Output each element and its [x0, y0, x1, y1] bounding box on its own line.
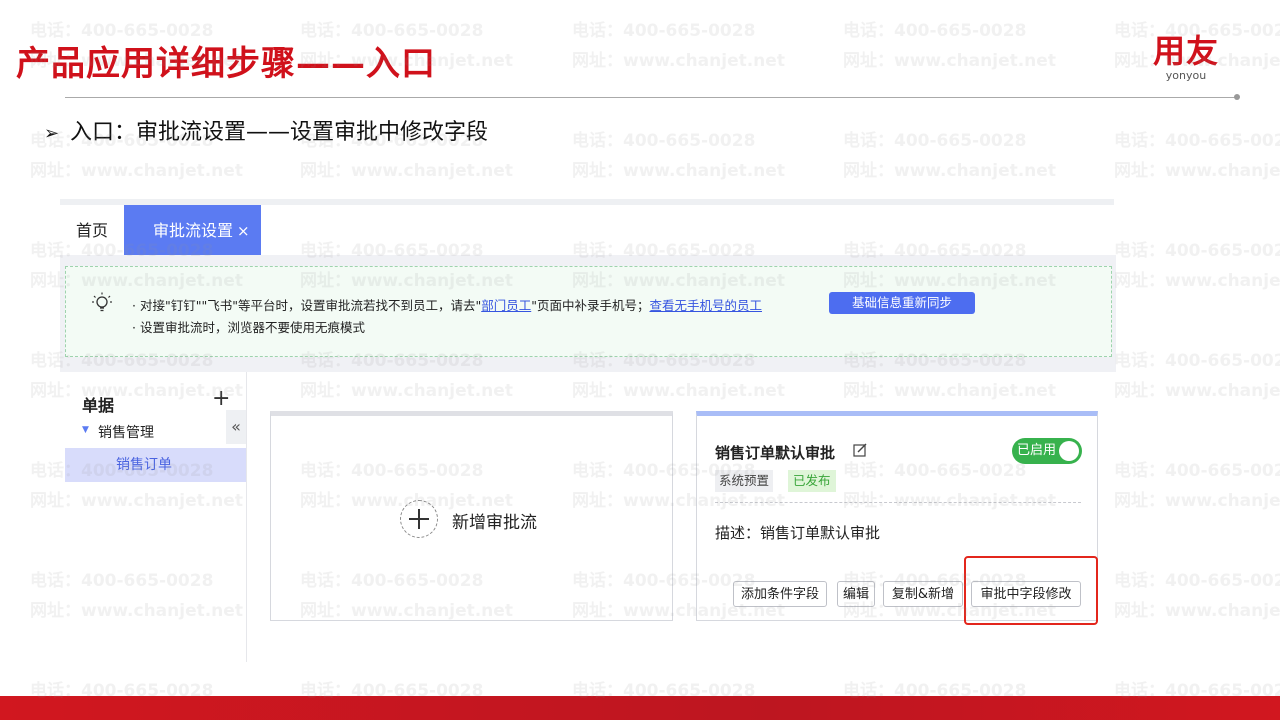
toggle-knob	[1059, 441, 1079, 461]
add-icon[interactable]: +	[212, 386, 230, 411]
notice-text-line1: · 对接"钉钉""飞书"等平台时，设置审批流若找不到员工，请去"部门员工"页面中…	[132, 295, 762, 314]
tab-approval-flow-settings[interactable]: 审批流设置 ×	[124, 205, 261, 255]
sidebar-item-sales-order[interactable]: 销售订单	[65, 448, 246, 482]
new-approval-flow-card[interactable]: 新增审批流	[270, 411, 673, 621]
department-employees-link[interactable]: 部门员工	[481, 298, 531, 313]
edit-button[interactable]: 编辑	[837, 581, 875, 607]
collapse-sidebar-icon[interactable]: «	[226, 410, 246, 444]
notice-panel: · 对接"钉钉""飞书"等平台时，设置审批流若找不到员工，请去"部门员工"页面中…	[65, 266, 1112, 357]
notice-text-line2: · 设置审批流时，浏览器不要使用无痕模式	[132, 320, 365, 335]
close-icon[interactable]: ×	[237, 205, 250, 257]
plus-circle-icon	[400, 500, 438, 538]
sidebar-group-sales[interactable]: 销售管理	[98, 422, 154, 442]
tab-home[interactable]: 首页	[60, 205, 124, 255]
document-sidebar: 单据 + ▼ 销售管理 « 销售订单	[60, 372, 247, 662]
yonyou-logo: 用友 yonyou	[1146, 34, 1226, 83]
expand-triangle-icon[interactable]: ▼	[82, 425, 89, 435]
toggle-label: 已启用	[1017, 443, 1057, 458]
new-approval-flow-label: 新增审批流	[452, 513, 537, 533]
highlight-box	[964, 556, 1098, 625]
arrow-bullet-icon: ➢	[44, 123, 60, 144]
lightbulb-icon	[92, 292, 112, 312]
header-divider-dot	[1234, 94, 1240, 100]
approval-flow-description: 描述：销售订单默认审批	[715, 524, 881, 542]
view-employees-without-phone-link[interactable]: 查看无手机号的员工	[649, 298, 762, 313]
watermark-text: 电话：400-665-0028网址：www.chanjet.net	[1114, 131, 1280, 181]
notice-text-b: "页面中补录手机号；	[531, 298, 650, 313]
header-divider	[65, 97, 1237, 98]
logo-subtext: yonyou	[1165, 69, 1207, 82]
resync-basic-info-button[interactable]: 基础信息重新同步	[829, 292, 975, 314]
sidebar-item-label: 销售订单	[116, 457, 172, 473]
watermark-text: 电话：400-665-0028网址：www.chanjet.net	[572, 131, 785, 181]
copy-and-add-button[interactable]: 复制&新增	[883, 581, 963, 607]
bullet-point: ➢ 入口：审批流设置——设置审批中修改字段	[44, 114, 488, 146]
watermark-text: 电话：400-665-0028网址：www.chanjet.net	[843, 21, 1056, 71]
edit-icon[interactable]	[853, 443, 867, 457]
watermark-text: 电话：400-665-0028网址：www.chanjet.net	[843, 131, 1056, 181]
system-preset-tag: 系统预置	[715, 470, 774, 492]
bullet-text: 入口：审批流设置——设置审批中修改字段	[70, 120, 489, 145]
watermark-text: 电话：400-665-0028网址：www.chanjet.net	[1114, 461, 1280, 511]
watermark-text: 电话：400-665-0028网址：www.chanjet.net	[572, 21, 785, 71]
watermark-text: 电话：400-665-0028网址：www.chanjet.net	[1114, 241, 1280, 291]
add-condition-field-button[interactable]: 添加条件字段	[733, 581, 827, 607]
tab-label: 审批流设置	[153, 221, 234, 240]
watermark-text: 电话：400-665-0028网址：www.chanjet.net	[1114, 351, 1280, 401]
enabled-toggle[interactable]: 已启用	[1012, 438, 1082, 464]
sidebar-title: 单据	[82, 396, 115, 415]
slide-title: 产品应用详细步骤——入口	[16, 44, 436, 84]
logo-text: 用友	[1152, 32, 1219, 70]
watermark-text: 电话：400-665-0028网址：www.chanjet.net	[1114, 571, 1280, 621]
published-tag: 已发布	[788, 470, 836, 492]
card-divider	[715, 502, 1081, 503]
bottom-brand-bar	[0, 696, 1280, 720]
approval-flow-title: 销售订单默认审批	[715, 444, 836, 462]
notice-text-a: · 对接"钉钉""飞书"等平台时，设置审批流若找不到员工，请去"	[132, 298, 482, 313]
